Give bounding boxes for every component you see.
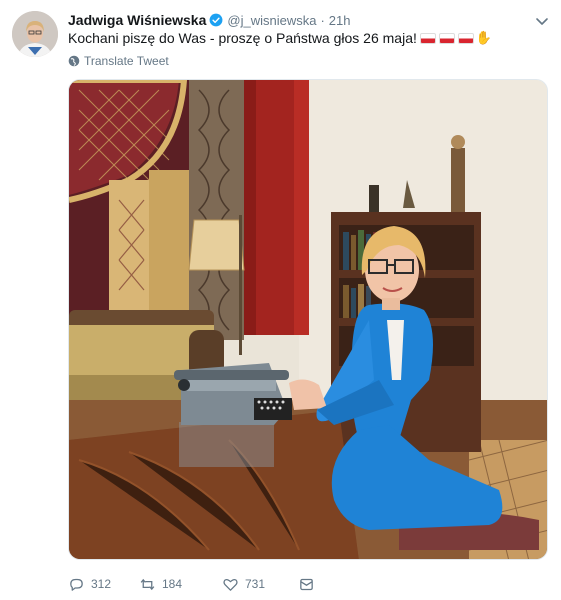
author-name[interactable]: Jadwiga Wiśniewska [68, 12, 206, 28]
translate-tweet-link[interactable]: Translate Tweet [68, 54, 169, 68]
separator-dot: · [320, 12, 325, 28]
direct-message-button[interactable] [298, 576, 321, 593]
chevron-down-icon[interactable] [533, 12, 551, 30]
tweet-card[interactable]: Jadwiga Wiśniewska @j_wisniewska · 21h K… [0, 0, 561, 600]
poland-flag-emoji-3 [457, 32, 474, 44]
author-handle[interactable]: @j_wisniewska [227, 13, 316, 28]
retweet-icon [140, 578, 155, 590]
thumbs-up-emoji: ✋ [475, 30, 493, 45]
envelope-icon [300, 578, 313, 590]
retweet-count: 184 [162, 577, 183, 591]
reply-icon [70, 578, 83, 591]
tweet-photo[interactable] [68, 79, 548, 560]
retweet-button[interactable]: 184 [139, 576, 210, 593]
avatar[interactable] [12, 11, 58, 57]
poland-flag-emoji-1 [419, 32, 436, 44]
reply-count: 312 [91, 577, 112, 591]
heart-icon [223, 578, 238, 591]
tweet-timestamp[interactable]: 21h [329, 13, 351, 28]
like-button[interactable]: 731 [222, 576, 297, 593]
globe-icon [68, 55, 80, 67]
tweet-actions: 312 184 731 [68, 574, 321, 594]
tweet-header: Jadwiga Wiśniewska @j_wisniewska · 21h [68, 10, 549, 30]
tweet-text-body: Kochani piszę do Was - proszę o Państwa … [68, 30, 417, 46]
verified-badge-icon [209, 13, 223, 27]
reply-button[interactable]: 312 [68, 576, 128, 593]
translate-label: Translate Tweet [84, 54, 169, 68]
like-count: 731 [245, 577, 266, 591]
poland-flag-emoji-2 [438, 32, 455, 44]
tweet-text: Kochani piszę do Was - proszę o Państwa … [68, 30, 492, 46]
